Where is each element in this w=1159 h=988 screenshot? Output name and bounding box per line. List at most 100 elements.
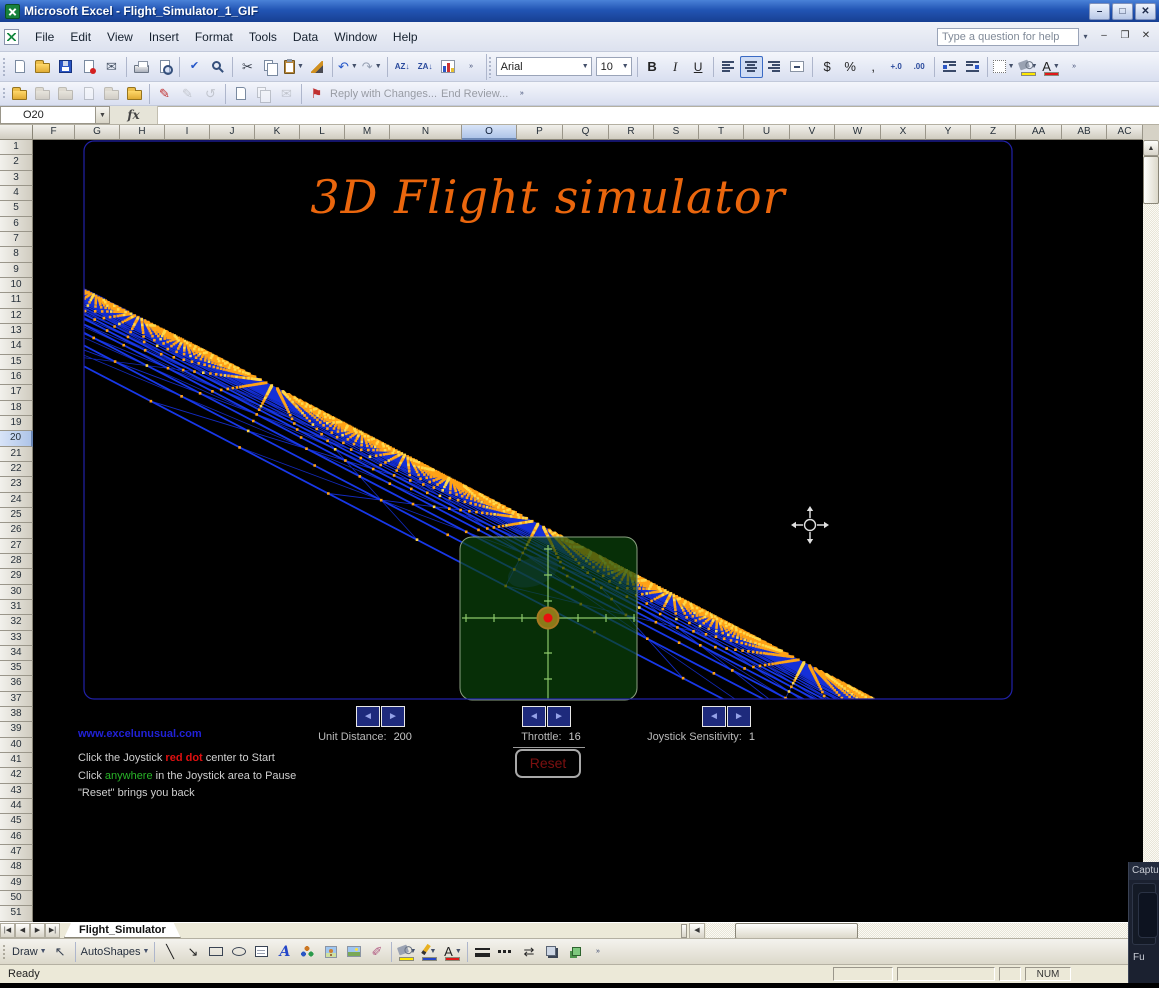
column-header-J[interactable]: J [210,125,255,140]
row-header-21[interactable]: 21 [0,447,33,462]
increase-decimal-button[interactable]: +.0 [885,56,908,78]
standard-options-button[interactable]: » [460,56,483,78]
scroll-up-button[interactable]: ▲ [1143,140,1159,156]
italic-button[interactable]: I [664,56,687,78]
menu-tools[interactable]: Tools [241,26,285,48]
row-header-1[interactable]: 1 [0,140,33,155]
question-box[interactable]: Type a question for help [937,28,1079,46]
menu-help[interactable]: Help [385,26,426,48]
menu-minimize-button[interactable]: – [1095,29,1113,44]
row-header-5[interactable]: 5 [0,201,33,216]
pen-button[interactable]: ✎ [176,84,199,104]
column-header-M[interactable]: M [345,125,390,140]
draw-menu-button[interactable]: Draw▼ [10,941,49,963]
merge-center-button[interactable] [786,56,809,78]
decrease-indent-button[interactable] [938,56,961,78]
font-color-button[interactable]: A▼ [441,941,464,963]
select-objects-button[interactable]: ↖ [49,941,72,963]
decrease-arrow-button[interactable]: ◄ [702,706,726,727]
column-header-I[interactable]: I [165,125,210,140]
row-header-49[interactable]: 49 [0,876,33,891]
maximize-button[interactable]: □ [1112,3,1133,20]
cut-button[interactable]: ✂ [236,56,259,78]
line-style-button[interactable] [471,941,494,963]
column-header-K[interactable]: K [255,125,300,140]
column-header-L[interactable]: L [300,125,345,140]
show-comment-button[interactable] [229,84,252,104]
rectangle-button[interactable] [204,941,227,963]
underline-button[interactable]: U [687,56,710,78]
row-header-19[interactable]: 19 [0,416,33,431]
review-page-button[interactable] [77,84,100,104]
select-all-corner[interactable] [0,125,33,140]
review-options-button[interactable]: » [510,84,533,104]
row-header-10[interactable]: 10 [0,278,33,293]
vertical-scroll-thumb[interactable] [1143,156,1159,204]
row-header-37[interactable]: 37 [0,692,33,707]
column-header-AB[interactable]: AB [1062,125,1107,140]
layers-button[interactable] [252,84,275,104]
arrow-button[interactable]: ↘ [181,941,204,963]
reset-button[interactable]: Reset [515,749,581,778]
row-header-42[interactable]: 42 [0,768,33,783]
column-header-AC[interactable]: AC [1107,125,1143,140]
row-header-43[interactable]: 43 [0,784,33,799]
row-header-30[interactable]: 30 [0,585,33,600]
row-header-20[interactable]: 20 [0,431,33,446]
percent-button[interactable]: % [839,56,862,78]
font-color-button[interactable]: A▼ [1040,56,1063,78]
hscroll-left-button[interactable]: ◀ [689,923,705,939]
review-folder-button[interactable] [8,84,31,104]
shadow-style-button[interactable] [540,941,563,963]
menu-edit[interactable]: Edit [62,26,99,48]
column-header-G[interactable]: G [75,125,120,140]
fill-color-button[interactable]: ▼ [395,941,418,963]
joystick-pad[interactable] [460,537,637,700]
save-button[interactable] [54,56,77,78]
decrease-arrow-button[interactable]: ◄ [522,706,546,727]
row-header-11[interactable]: 11 [0,293,33,308]
menu-view[interactable]: View [99,26,141,48]
row-header-39[interactable]: 39 [0,722,33,737]
column-header-S[interactable]: S [654,125,699,140]
permission-button[interactable] [77,56,100,78]
drawing-options-button[interactable]: » [586,941,609,963]
diagram-button[interactable] [296,941,319,963]
sort-ascending-button[interactable]: AZ↓ [391,56,414,78]
column-header-AA[interactable]: AA [1016,125,1062,140]
increase-arrow-button[interactable]: ► [727,706,751,727]
menu-data[interactable]: Data [285,26,326,48]
font-size-select[interactable]: 10▼ [594,56,634,78]
format-painter-button[interactable] [306,56,329,78]
column-header-P[interactable]: P [517,125,563,140]
clipart-button[interactable] [319,941,342,963]
print-button[interactable] [130,56,153,78]
row-header-18[interactable]: 18 [0,401,33,416]
sheet-tab-flight-simulator[interactable]: Flight_Simulator [64,923,181,938]
name-box-dropdown-icon[interactable]: ▼ [96,106,110,124]
vertical-scrollbar[interactable]: ▲ ▼ [1143,140,1159,922]
increase-indent-button[interactable] [961,56,984,78]
name-box[interactable]: O20 [0,106,96,124]
arrow-style-button[interactable]: ⇄ [517,941,540,963]
attachment-button[interactable]: ✉ [275,84,298,104]
align-center-button[interactable] [740,56,763,78]
row-header-33[interactable]: 33 [0,631,33,646]
column-header-V[interactable]: V [790,125,835,140]
menu-restore-button[interactable]: ❐ [1116,29,1134,44]
row-header-13[interactable]: 13 [0,324,33,339]
increase-arrow-button[interactable]: ► [547,706,571,727]
column-header-Y[interactable]: Y [926,125,971,140]
highlighter-button[interactable]: ✎ [153,84,176,104]
column-header-H[interactable]: H [120,125,165,140]
website-link[interactable]: www.excelunusual.com [78,728,202,740]
row-header-7[interactable]: 7 [0,232,33,247]
dash-style-button[interactable] [494,941,517,963]
column-header-Z[interactable]: Z [971,125,1016,140]
copy-button[interactable] [259,56,282,78]
align-right-button[interactable] [763,56,786,78]
flight-simulator-visualization[interactable] [33,140,1143,922]
row-header-38[interactable]: 38 [0,707,33,722]
menu-file[interactable]: File [27,26,62,48]
open-button[interactable] [31,56,54,78]
